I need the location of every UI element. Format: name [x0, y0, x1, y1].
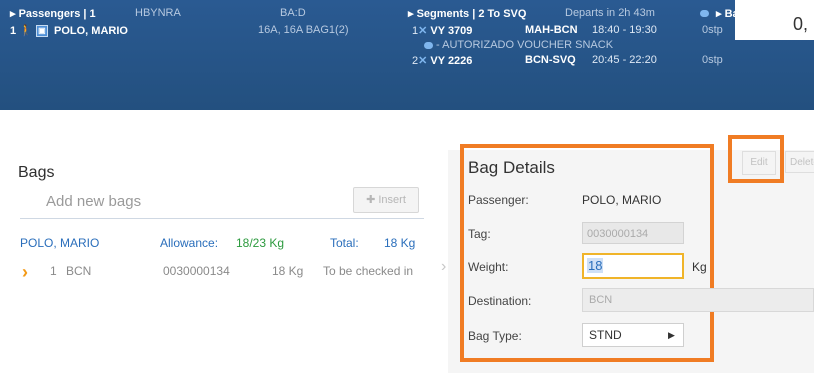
segment-flight: VY 3709 [430, 25, 473, 37]
segment-stops: 0stp [702, 24, 723, 36]
destination-label: Destination: [468, 294, 532, 308]
bag-tag: 0030000134 [163, 264, 230, 278]
bag-weight: 18 Kg [272, 264, 304, 278]
ba-code: BA:D [280, 7, 306, 19]
pax-person-icon: 🚶 [19, 25, 33, 37]
segment-row[interactable]: 2✕ VY 2226 [412, 54, 472, 67]
segment-time: 18:40 - 19:30 [592, 24, 657, 36]
segment-time: 20:45 - 22:20 [592, 54, 657, 66]
bags-pax-name[interactable]: POLO, MARIO [20, 236, 99, 250]
allowance-label: Allowance: [160, 236, 219, 250]
bag-details-heading: Bag Details [468, 158, 555, 177]
booking-ref: HBYNRA [135, 7, 181, 19]
segment-route: MAH-BCN [525, 24, 578, 36]
ssr-chat-icon [424, 39, 433, 51]
insert-button[interactable]: ✚ Insert [353, 187, 419, 213]
insert-label: Insert [378, 194, 406, 206]
ssr-note: - AUTORIZADO VOUCHER SNACK [436, 39, 614, 51]
bagtype-label: Bag Type: [468, 329, 522, 343]
weight-value: 18 [587, 258, 604, 273]
balance-value: 0, [792, 14, 808, 34]
add-bags-input[interactable]: Add new bags [46, 193, 141, 210]
departs-info: Departs in 2h 43m [565, 7, 655, 19]
passenger-label: Passenger: [468, 193, 529, 207]
balance-chat-icon [700, 7, 709, 19]
total-label: Total: [330, 236, 359, 250]
add-bags-underline [20, 218, 424, 219]
segment-route: BCN-SVQ [525, 54, 576, 66]
caret-right-icon[interactable]: ▶ [668, 330, 675, 341]
total-value: 18 Kg [384, 236, 416, 250]
delete-button[interactable]: Delete [785, 151, 814, 173]
passenger-entry[interactable]: 1 🚶 ▣ POLO, MARIO [10, 24, 128, 38]
bag-index: 1 [50, 264, 57, 278]
tag-label: Tag: [468, 227, 491, 241]
pax-seats: 16A, 16A BAG1(2) [258, 24, 349, 36]
weight-unit: Kg [692, 260, 707, 274]
balance-panel: 0, [735, 0, 814, 40]
bag-dest: BCN [66, 264, 92, 278]
panel-arrow-icon: › [441, 258, 447, 275]
page-title: BAGGAGE [18, 104, 210, 142]
bag-status: To be checked in [323, 264, 414, 278]
segment-row[interactable]: 1✕ VY 3709 [412, 24, 472, 37]
plane-icon: ✕ [418, 55, 428, 67]
bags-heading: Bags [18, 164, 55, 181]
allowance-value: 18/23 Kg [236, 236, 285, 250]
pax-badge-icon: ▣ [35, 25, 48, 38]
pax-name: POLO, MARIO [54, 25, 128, 37]
segment-flight: VY 2226 [430, 55, 473, 67]
edit-button[interactable]: Edit [742, 151, 776, 175]
bags-panel [0, 150, 448, 373]
pax-index: 1 [10, 25, 17, 37]
segments-toggle[interactable]: ▸ Segments | 2 To SVQ [408, 7, 526, 20]
segment-stops: 0stp [702, 54, 723, 66]
weight-label: Weight: [468, 260, 509, 274]
destination-field: BCN [582, 288, 814, 312]
plus-icon: ✚ [366, 194, 379, 206]
chevron-right-icon[interactable]: › [22, 262, 28, 283]
plane-icon: ✕ [418, 25, 428, 37]
header-bar: ▸ Passengers | 1 HBYNRA BA:D 1 🚶 ▣ POLO,… [0, 0, 814, 142]
passengers-toggle[interactable]: ▸ Passengers | 1 [10, 7, 96, 20]
weight-input[interactable]: 18 [582, 253, 684, 279]
passenger-value: POLO, MARIO [582, 193, 662, 207]
tag-field: 0030000134 [582, 222, 684, 244]
